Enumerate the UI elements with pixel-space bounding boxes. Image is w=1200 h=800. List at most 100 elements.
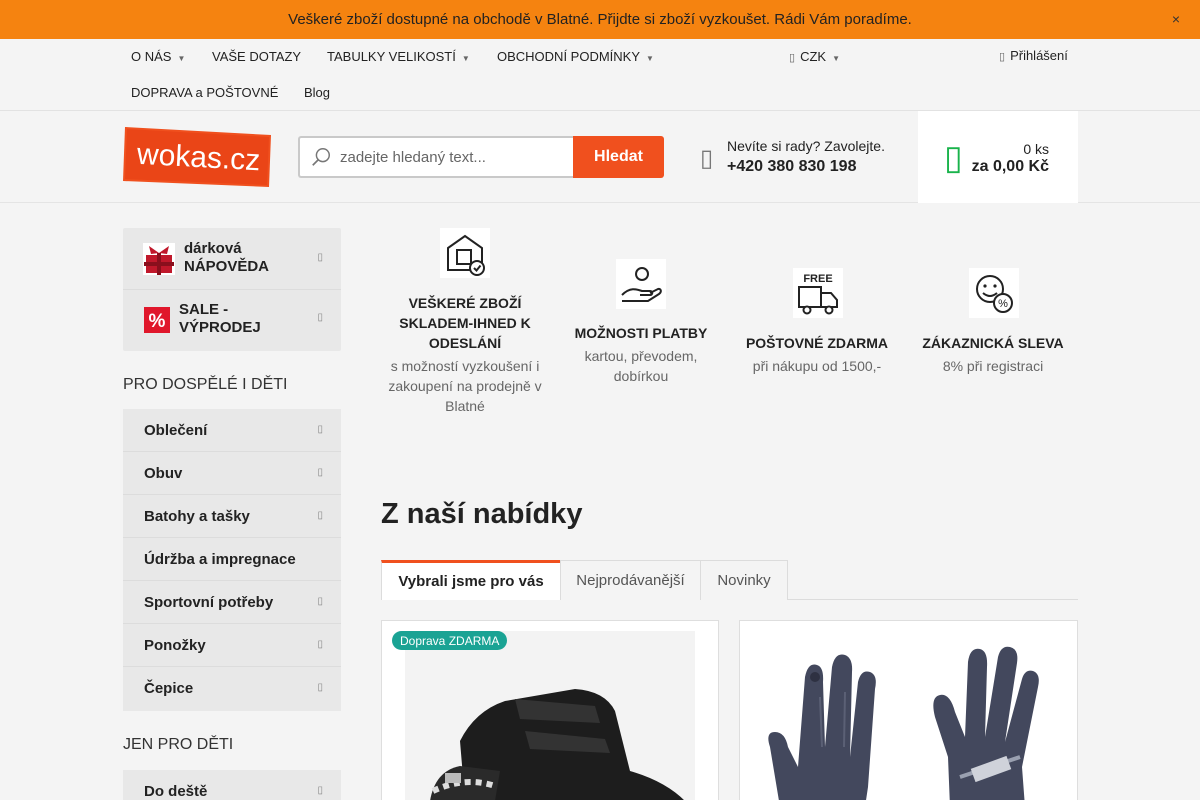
- svg-text:FREE: FREE: [803, 273, 832, 285]
- search-input[interactable]: [340, 138, 568, 176]
- site-logo[interactable]: wokas.cz: [123, 125, 273, 187]
- nav-item-vase-dotazy[interactable]: VAŠE DOTAZY: [212, 49, 301, 64]
- sidebar-heading-adults: PRO DOSPĚLÉ I DĚTI: [123, 376, 288, 393]
- chevron-right-icon: ▯: [317, 252, 323, 263]
- feature-subtitle: kartou, převodem, dobírkou: [584, 348, 698, 384]
- sidebar-item-ponozky[interactable]: Ponožky ▯: [123, 624, 341, 667]
- currency-label: CZK: [800, 49, 827, 64]
- site-header: wokas.cz Hledat ▯ Nevíte si rady? Zavole…: [0, 111, 1200, 203]
- chevron-right-icon: ▯: [317, 424, 323, 435]
- tab-novinky[interactable]: Novinky: [700, 560, 788, 600]
- chevron-right-icon: ▯: [317, 510, 323, 521]
- percent-icon: %: [144, 307, 170, 333]
- feature-title: VEŠKERÉ ZBOŽÍ SKLADEM-IHNED K ODESLÁNÍ: [399, 295, 531, 351]
- chevron-down-icon: ▼: [177, 54, 186, 63]
- product-image: [760, 637, 1060, 800]
- cart-amount: za 0,00 Kč: [971, 158, 1049, 175]
- sidebar-item-label: Sportovní potřeby: [144, 594, 274, 611]
- product-card[interactable]: [739, 620, 1078, 800]
- top-navigation: O NÁS ▼ VAŠE DOTAZY TABULKY VELIKOSTÍ ▼ OB…: [0, 39, 1200, 111]
- sidebar-item-label: Obuv: [144, 465, 183, 482]
- free-shipping-badge: Doprava ZDARMA: [392, 631, 508, 650]
- phone-number[interactable]: +420 380 830 198: [727, 158, 856, 176]
- feature-subtitle: při nákupu od 1500,-: [752, 358, 882, 374]
- chevron-right-icon: ▯: [317, 467, 323, 478]
- smile-percent-icon: %: [969, 268, 1019, 318]
- sidebar-heading-kids: JEN PRO DĚTI: [123, 736, 234, 753]
- chevron-right-icon: ▯: [317, 596, 323, 607]
- sidebar-item-label: Do deště: [144, 783, 208, 800]
- announcement-banner: Veškeré zboží dostupné na obchodě v Blat…: [0, 0, 1200, 39]
- chevron-down-icon: ▼: [832, 54, 840, 63]
- nav-item-blog[interactable]: Blog: [304, 85, 330, 100]
- chevron-right-icon: ▯: [317, 682, 323, 693]
- chevron-right-icon: ▯: [317, 785, 323, 796]
- search-box: [298, 136, 574, 178]
- tab-nejprodavanejsi[interactable]: Nejprodávanější: [560, 560, 701, 600]
- sidebar-item-obleceni[interactable]: Oblečení ▯: [123, 409, 341, 452]
- nav-item-label: O NÁS: [131, 49, 172, 64]
- house-check-icon: [440, 228, 490, 278]
- cart-count: 0 ks: [1023, 141, 1049, 157]
- login-label: Přihlášení: [1010, 48, 1068, 63]
- sidebar-item-label: Batohy a tašky: [144, 508, 250, 525]
- search-icon: [312, 148, 330, 166]
- sidebar-item-do-deste[interactable]: Do deště ▯: [123, 770, 341, 800]
- sidebar-item-udrzba[interactable]: Údržba a impregnace: [123, 538, 341, 581]
- nav-item-label: Blog: [304, 85, 331, 100]
- svg-text:%: %: [149, 311, 166, 332]
- nav-item-o-nas[interactable]: O NÁS ▼: [131, 49, 185, 64]
- sidebar-item-label: Ponožky: [144, 637, 206, 654]
- cart-widget[interactable]: ▯ 0 ks za 0,00 Kč: [918, 111, 1078, 203]
- offer-tabs: Vybrali jsme pro vás Nejprodávanější Nov…: [381, 560, 1078, 600]
- chevron-down-icon: ▼: [461, 54, 470, 63]
- sidebar-item-cepice[interactable]: Čepice ▯: [123, 667, 341, 711]
- logo-text: wokas.cz: [135, 138, 261, 177]
- nav-item-doprava[interactable]: DOPRAVA a POŠTOVNÉ: [131, 85, 278, 100]
- nav-item-label: DOPRAVA a POŠTOVNÉ: [131, 85, 279, 100]
- sidebar-item-label: Čepice: [144, 680, 194, 697]
- login-link[interactable]: ▯ Přihlášení: [999, 48, 1068, 63]
- chevron-right-icon: ▯: [317, 639, 323, 650]
- currency-selector[interactable]: ▯ CZK ▼: [789, 49, 840, 64]
- phone-question: Nevíte si rady? Zavolejte.: [727, 138, 885, 154]
- close-icon[interactable]: ×: [1172, 11, 1180, 27]
- tab-vybrali[interactable]: Vybrali jsme pro vás: [381, 560, 561, 600]
- product-image: [405, 631, 695, 800]
- nav-item-podminky[interactable]: OBCHODNÍ PODMÍNKY ▼: [497, 49, 654, 64]
- banner-text: Veškeré zboží dostupné na obchodě v Blat…: [288, 11, 912, 28]
- nav-item-label: VAŠE DOTAZY: [212, 49, 302, 64]
- feature-subtitle: 8% při registraci: [942, 358, 1044, 374]
- nav-item-label: TABULKY VELIKOSTÍ: [327, 49, 456, 64]
- sidebar-item-sport[interactable]: Sportovní potřeby ▯: [123, 581, 341, 624]
- chevron-down-icon: ▼: [646, 54, 654, 63]
- cart-icon: ▯: [944, 139, 963, 177]
- sidebar-item-label: dárková NÁPOVĚDA: [184, 240, 270, 275]
- sidebar-item-gift[interactable]: dárková NÁPOVĚDA ▯: [123, 228, 341, 290]
- feature-title: POŠTOVNÉ ZDARMA: [745, 335, 889, 351]
- nav-item-label: OBCHODNÍ PODMÍNKY: [497, 49, 641, 64]
- gift-icon: [143, 243, 175, 275]
- svg-text:%: %: [998, 298, 1008, 310]
- free-truck-icon: FREE: [793, 268, 843, 318]
- category-list-kids: Do deště ▯: [123, 770, 341, 800]
- feature-subtitle: s možností vyzkoušení i zakoupení na pro…: [388, 358, 542, 414]
- sidebar-item-batohy[interactable]: Batohy a tašky ▯: [123, 495, 341, 538]
- category-list-adults: Oblečení ▯ Obuv ▯ Batohy a tašky ▯ Údržba a…: [123, 409, 341, 711]
- nav-item-tabulky[interactable]: TABULKY VELIKOSTÍ ▼: [327, 49, 470, 64]
- sidebar-item-label: SALE - VÝPRODEJ: [179, 301, 261, 336]
- feature-title: MOŽNOSTI PLATBY: [574, 325, 708, 341]
- hand-coin-icon: [616, 259, 666, 309]
- sidebar-item-label: Údržba a impregnace: [144, 551, 296, 568]
- chevron-right-icon: ▯: [317, 312, 323, 323]
- sidebar-item-sale[interactable]: % SALE - VÝPRODEJ ▯: [123, 290, 341, 351]
- promo-categories: dárková NÁPOVĚDA ▯ % SALE - VÝPRODEJ ▯: [123, 228, 341, 351]
- section-title: Z naší nabídky: [381, 498, 583, 530]
- sidebar-item-obuv[interactable]: Obuv ▯: [123, 452, 341, 495]
- user-icon: ▯: [999, 51, 1006, 63]
- search-button[interactable]: Hledat: [573, 136, 664, 178]
- sidebar-item-label: Oblečení: [144, 422, 208, 439]
- feature-title: ZÁKAZNICKÁ SLEVA: [922, 335, 1064, 351]
- phone-icon: ▯: [700, 145, 714, 172]
- currency-icon: ▯: [789, 52, 796, 64]
